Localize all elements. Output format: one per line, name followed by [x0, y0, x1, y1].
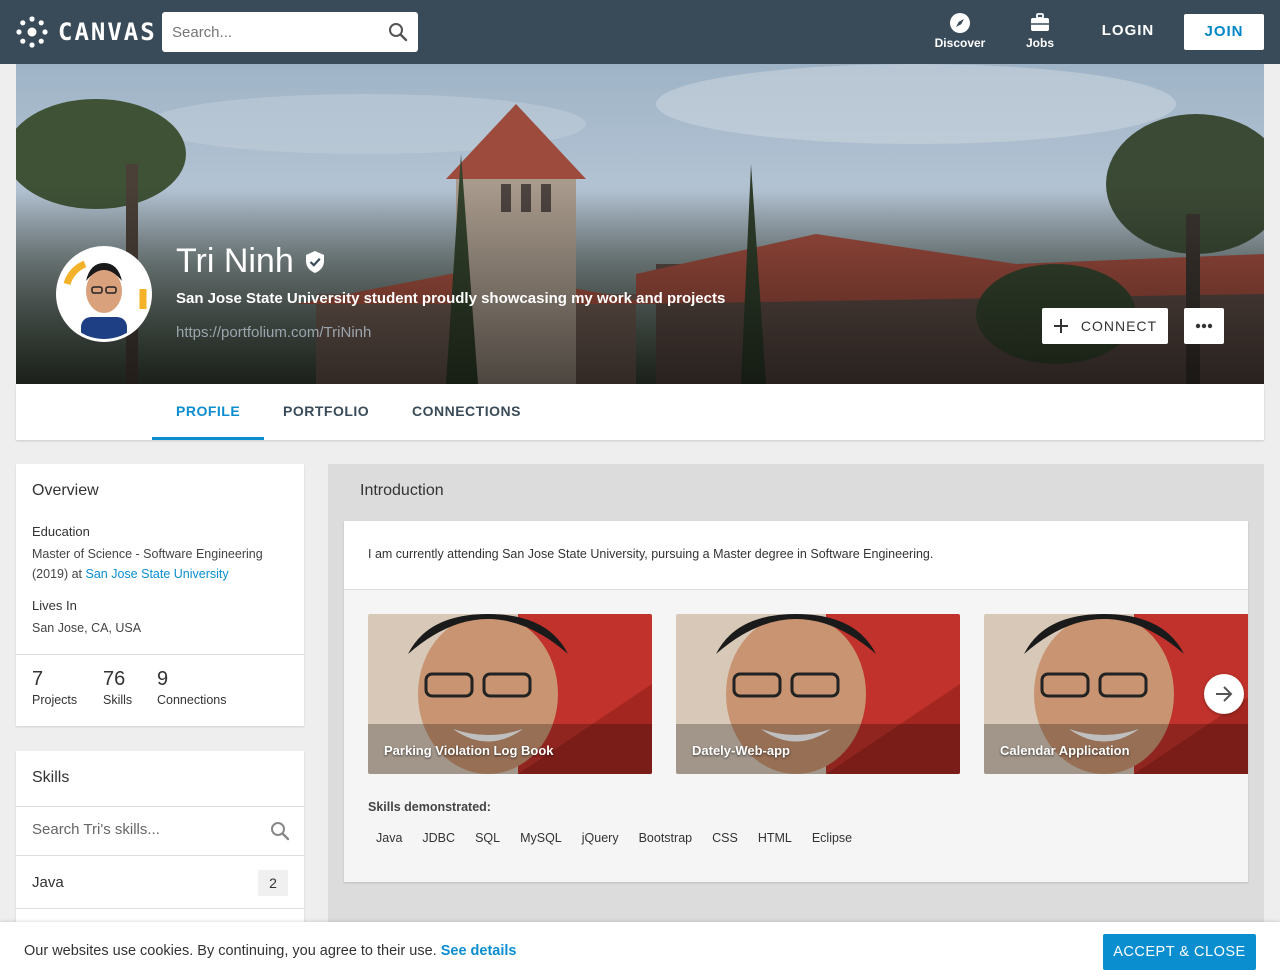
stat-connections-label: Connections: [157, 693, 227, 707]
stat-connections[interactable]: 9 Connections: [157, 668, 227, 707]
cover-shade: [16, 184, 1264, 384]
canvas-logo-icon: [16, 16, 48, 48]
stat-projects-num: 7: [32, 668, 44, 690]
stat-skills[interactable]: 76 Skills: [103, 668, 132, 707]
avatar-photo: [59, 249, 149, 339]
tab-portfolio[interactable]: PORTFOLIO: [259, 384, 393, 440]
project-title: Dately-Web-app: [692, 743, 790, 758]
skill-chip[interactable]: JDBC: [414, 827, 464, 849]
profile-tabs: PROFILE PORTFOLIO CONNECTIONS: [16, 384, 1264, 440]
lives-in-label: Lives In: [32, 598, 77, 613]
nav-jobs-label: Jobs: [1025, 36, 1054, 50]
skills-search: [16, 806, 304, 856]
nav-jobs[interactable]: Jobs: [1000, 12, 1080, 50]
introduction-title: Introduction: [360, 482, 444, 499]
skill-chip[interactable]: CSS: [704, 827, 746, 849]
skill-name: Java: [32, 874, 64, 891]
education-school-link[interactable]: San Jose State University: [86, 567, 229, 581]
tab-connections[interactable]: CONNECTIONS: [388, 384, 545, 440]
stat-connections-num: 9: [157, 668, 169, 690]
arrow-right-icon: [1216, 686, 1233, 702]
introduction-text: I am currently attending San Jose State …: [368, 547, 934, 561]
lives-in-text: San Jose, CA, USA: [32, 621, 142, 635]
cookie-message: Our websites use cookies. By continuing,…: [24, 943, 441, 959]
project-card[interactable]: Dately-Web-app: [676, 614, 960, 774]
stat-projects-label: Projects: [32, 693, 78, 707]
profile-cover: Tri Ninh San Jose State University stude…: [16, 64, 1264, 384]
accept-close-button[interactable]: ACCEPT & CLOSE: [1103, 934, 1256, 970]
stat-projects[interactable]: 7 Projects: [32, 668, 77, 707]
login-link[interactable]: LOGIN: [1090, 22, 1166, 39]
profile-name: Tri Ninh: [176, 242, 326, 281]
compass-icon: [950, 13, 970, 33]
introduction-panel: Introduction I am currently attending Sa…: [328, 464, 1264, 980]
skills-title: Skills: [32, 769, 70, 786]
skill-chip[interactable]: Java: [368, 827, 411, 849]
education-label: Education: [32, 524, 90, 539]
top-navigation-bar: CANVAS Discover Jobs LOGIN JOIN: [0, 0, 1280, 64]
nav-discover[interactable]: Discover: [920, 12, 1000, 50]
skill-chip[interactable]: Bootstrap: [630, 827, 701, 849]
search-input[interactable]: [162, 12, 372, 52]
profile-name-text: Tri Ninh: [176, 242, 294, 280]
project-card[interactable]: Parking Violation Log Book: [368, 614, 652, 774]
cookie-text: Our websites use cookies. By continuing,…: [24, 943, 516, 959]
skill-row[interactable]: Java 2: [16, 857, 304, 909]
education-text: Master of Science - Software Engineering…: [32, 544, 282, 584]
introduction-card: I am currently attending San Jose State …: [344, 521, 1248, 882]
divider: [16, 654, 304, 655]
stat-skills-num: 76: [103, 668, 126, 690]
overview-title: Overview: [32, 482, 99, 499]
tab-profile[interactable]: PROFILE: [152, 384, 265, 440]
more-options-button[interactable]: [1184, 308, 1224, 344]
brand-name: CANVAS: [58, 18, 157, 46]
connect-button[interactable]: CONNECT: [1042, 308, 1168, 344]
verified-badge-icon: [305, 250, 324, 273]
more-dots-icon: [1195, 323, 1213, 329]
project-title: Calendar Application: [1000, 743, 1130, 758]
nav-discover-label: Discover: [934, 36, 986, 50]
skill-chip[interactable]: MySQL: [512, 827, 570, 849]
overview-card: Overview Education Master of Science - S…: [16, 464, 304, 726]
profile-url[interactable]: https://portfolium.com/TriNinh: [176, 324, 371, 341]
skill-chips: Java JDBC SQL MySQL jQuery Bootstrap CSS…: [368, 827, 861, 849]
project-title: Parking Violation Log Book: [384, 743, 554, 758]
search-icon[interactable]: [270, 821, 290, 841]
skill-chip[interactable]: SQL: [467, 827, 509, 849]
plus-icon: [1053, 319, 1068, 333]
carousel-next-button[interactable]: [1204, 674, 1244, 714]
search-icon[interactable]: [388, 22, 408, 42]
skill-chip[interactable]: jQuery: [573, 827, 627, 849]
cookie-details-link[interactable]: See details: [441, 943, 517, 959]
briefcase-icon: [1031, 13, 1049, 31]
skills-demonstrated-label: Skills demonstrated:: [368, 800, 491, 814]
avatar[interactable]: [56, 246, 152, 342]
skills-search-input[interactable]: [32, 821, 252, 838]
skill-count-badge: 2: [258, 870, 288, 896]
connect-label: CONNECT: [1080, 318, 1158, 334]
join-button[interactable]: JOIN: [1184, 14, 1264, 50]
cookie-banner: Our websites use cookies. By continuing,…: [0, 922, 1280, 980]
stat-skills-label: Skills: [103, 693, 133, 707]
canvas-logo[interactable]: CANVAS: [16, 16, 157, 48]
profile-tagline: San Jose State University student proudl…: [176, 290, 726, 307]
skill-chip[interactable]: Eclipse: [803, 827, 861, 849]
skill-chip[interactable]: HTML: [749, 827, 800, 849]
global-search: [162, 12, 418, 52]
